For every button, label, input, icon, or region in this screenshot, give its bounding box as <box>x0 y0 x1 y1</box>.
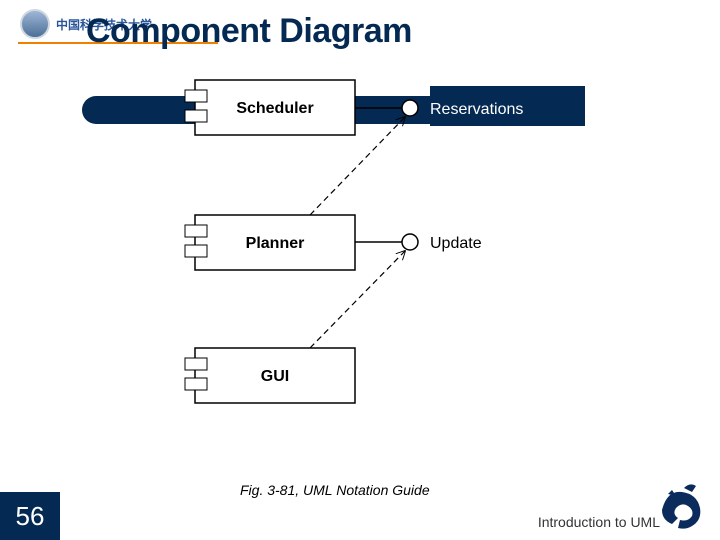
dragon-icon <box>652 480 712 536</box>
figure-caption: Fig. 3-81, UML Notation Guide <box>240 482 430 498</box>
footer-text: Introduction to UML <box>538 514 660 530</box>
component-diagram: Scheduler Reservations Planner Update GU… <box>0 0 720 540</box>
page-number: 56 <box>0 492 60 540</box>
component-label: GUI <box>261 368 289 385</box>
component-scheduler: Scheduler <box>185 80 355 135</box>
component-planner: Planner <box>185 215 355 270</box>
interface-lollipop <box>402 100 418 116</box>
component-gui: GUI <box>185 348 355 403</box>
component-label: Scheduler <box>236 100 313 117</box>
interface-lollipop <box>402 234 418 250</box>
interface-label: Update <box>430 235 482 252</box>
component-label: Planner <box>246 235 305 252</box>
interface-label: Reservations <box>430 101 523 118</box>
